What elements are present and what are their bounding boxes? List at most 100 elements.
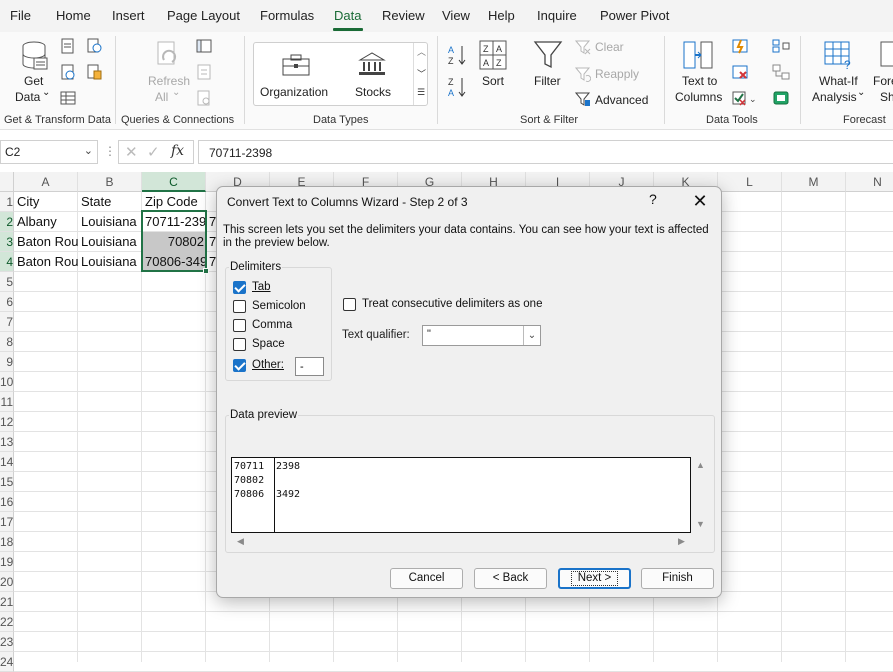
row-header-8[interactable]: 8: [0, 332, 14, 352]
menu-review[interactable]: Review: [382, 8, 425, 23]
row-header-15[interactable]: 15: [0, 472, 14, 492]
row-header-21[interactable]: 21: [0, 592, 14, 612]
help-icon[interactable]: ?: [649, 191, 657, 207]
sort-z-to-a-icon[interactable]: ZA: [448, 76, 468, 98]
menu-inquire[interactable]: Inquire: [537, 8, 577, 23]
row-header-23[interactable]: 23: [0, 632, 14, 652]
back-button[interactable]: < Back: [474, 568, 547, 589]
consolidate-icon[interactable]: [772, 38, 790, 54]
column-header-l[interactable]: L: [718, 172, 782, 192]
finish-button[interactable]: Finish: [641, 568, 714, 589]
recent-sources-icon[interactable]: [86, 38, 102, 54]
gallery-more-icon[interactable]: ☰: [417, 87, 425, 98]
row-header-5[interactable]: 5: [0, 272, 14, 292]
cell-c1[interactable]: Zip Code: [143, 192, 206, 212]
clear-filter-icon[interactable]: [575, 39, 591, 55]
cell-a2[interactable]: Albany: [15, 212, 78, 232]
row-header-19[interactable]: 19: [0, 552, 14, 572]
row-header-18[interactable]: 18: [0, 532, 14, 552]
row-header-12[interactable]: 12: [0, 412, 14, 432]
formula-input[interactable]: 70711-2398: [198, 140, 893, 164]
gallery-scroll[interactable]: ︿ ﹀ ☰: [413, 43, 428, 105]
menu-home[interactable]: Home: [56, 8, 91, 23]
reapply-label[interactable]: Reapply: [595, 67, 639, 81]
checkbox-checked-icon[interactable]: [233, 281, 246, 294]
properties-icon[interactable]: [196, 64, 212, 80]
checkbox-icon[interactable]: [233, 300, 246, 313]
edit-links-icon[interactable]: [196, 90, 212, 106]
column-header-m[interactable]: M: [782, 172, 846, 192]
row-header-4[interactable]: 4: [0, 252, 14, 272]
row-header-1[interactable]: 1: [0, 192, 14, 212]
data-model-icon[interactable]: [772, 90, 790, 106]
clear-label[interactable]: Clear: [595, 40, 624, 54]
cell-b4[interactable]: Louisiana: [79, 252, 142, 272]
column-header-c[interactable]: C: [142, 172, 206, 192]
row-header-14[interactable]: 14: [0, 452, 14, 472]
column-header-a[interactable]: A: [14, 172, 78, 192]
row-header-22[interactable]: 22: [0, 612, 14, 632]
scroll-up-icon[interactable]: ︿: [417, 45, 426, 58]
checkbox-checked-icon[interactable]: [233, 359, 246, 372]
row-header-2[interactable]: 2: [0, 212, 14, 232]
next-button[interactable]: Next >: [558, 568, 631, 589]
row-header-6[interactable]: 6: [0, 292, 14, 312]
more-options-icon[interactable]: ⋮: [104, 144, 116, 158]
checkbox-icon[interactable]: [233, 319, 246, 332]
from-web-icon[interactable]: [60, 64, 76, 80]
menu-insert[interactable]: Insert: [112, 8, 145, 23]
other-delimiter-input[interactable]: [295, 357, 324, 376]
column-header-b[interactable]: B: [78, 172, 142, 192]
scroll-up-icon[interactable]: ▲: [696, 460, 705, 470]
row-header-10[interactable]: 10: [0, 372, 14, 392]
cell-b3[interactable]: Louisiana: [79, 232, 142, 252]
cell-b1[interactable]: State: [79, 192, 142, 212]
menu-page-layout[interactable]: Page Layout: [167, 8, 240, 23]
row-header-7[interactable]: 7: [0, 312, 14, 332]
menu-file[interactable]: File: [10, 8, 31, 23]
cancel-button[interactable]: Cancel: [390, 568, 463, 589]
from-table-icon[interactable]: [60, 90, 76, 106]
queries-connections-icon[interactable]: [196, 38, 212, 54]
row-header-9[interactable]: 9: [0, 352, 14, 372]
menu-help[interactable]: Help: [488, 8, 515, 23]
column-header-n[interactable]: N: [846, 172, 893, 192]
row-header-16[interactable]: 16: [0, 492, 14, 512]
scroll-left-icon[interactable]: ◀: [237, 536, 244, 547]
cancel-edit-icon[interactable]: ✕: [125, 143, 138, 161]
reapply-icon[interactable]: [575, 66, 591, 82]
remove-duplicates-icon[interactable]: [732, 64, 748, 80]
row-header-24[interactable]: 24: [0, 652, 14, 672]
advanced-filter-icon[interactable]: [575, 91, 591, 107]
scroll-down-icon[interactable]: ﹀: [417, 67, 426, 80]
chevron-down-icon[interactable]: ⌄: [84, 144, 93, 157]
scroll-right-icon[interactable]: ▶: [678, 536, 685, 547]
insert-function-icon[interactable]: fx: [171, 143, 184, 159]
flash-fill-icon[interactable]: [732, 38, 748, 54]
menu-view[interactable]: View: [442, 8, 470, 23]
confirm-edit-icon[interactable]: ✓: [147, 143, 160, 161]
row-header-3[interactable]: 3: [0, 232, 14, 252]
row-header-11[interactable]: 11: [0, 392, 14, 412]
relationships-icon[interactable]: [772, 64, 790, 80]
cell-a4[interactable]: Baton Rouge: [15, 252, 78, 272]
data-validation-icon[interactable]: ⌄: [732, 90, 758, 106]
menu-data[interactable]: Data: [334, 8, 361, 23]
menu-formulas[interactable]: Formulas: [260, 8, 314, 23]
row-header-20[interactable]: 20: [0, 572, 14, 592]
checkbox-icon[interactable]: [343, 298, 356, 311]
cell-a1[interactable]: City: [15, 192, 78, 212]
checkbox-icon[interactable]: [233, 338, 246, 351]
fill-handle[interactable]: [203, 268, 209, 274]
data-preview-pane[interactable]: 70711 70802 70806 2398 3492: [231, 457, 691, 533]
row-header-17[interactable]: 17: [0, 512, 14, 532]
name-box[interactable]: C2 ⌄: [0, 140, 98, 164]
text-qualifier-select[interactable]: " ⌄: [422, 325, 541, 346]
select-all-corner[interactable]: [0, 172, 14, 192]
menu-power-pivot[interactable]: Power Pivot: [600, 8, 669, 23]
cell-a3[interactable]: Baton Rouge: [15, 232, 78, 252]
row-header-13[interactable]: 13: [0, 432, 14, 452]
existing-connections-icon[interactable]: [86, 64, 102, 80]
close-icon[interactable]: ✕: [687, 189, 713, 213]
from-text-icon[interactable]: [60, 38, 76, 54]
